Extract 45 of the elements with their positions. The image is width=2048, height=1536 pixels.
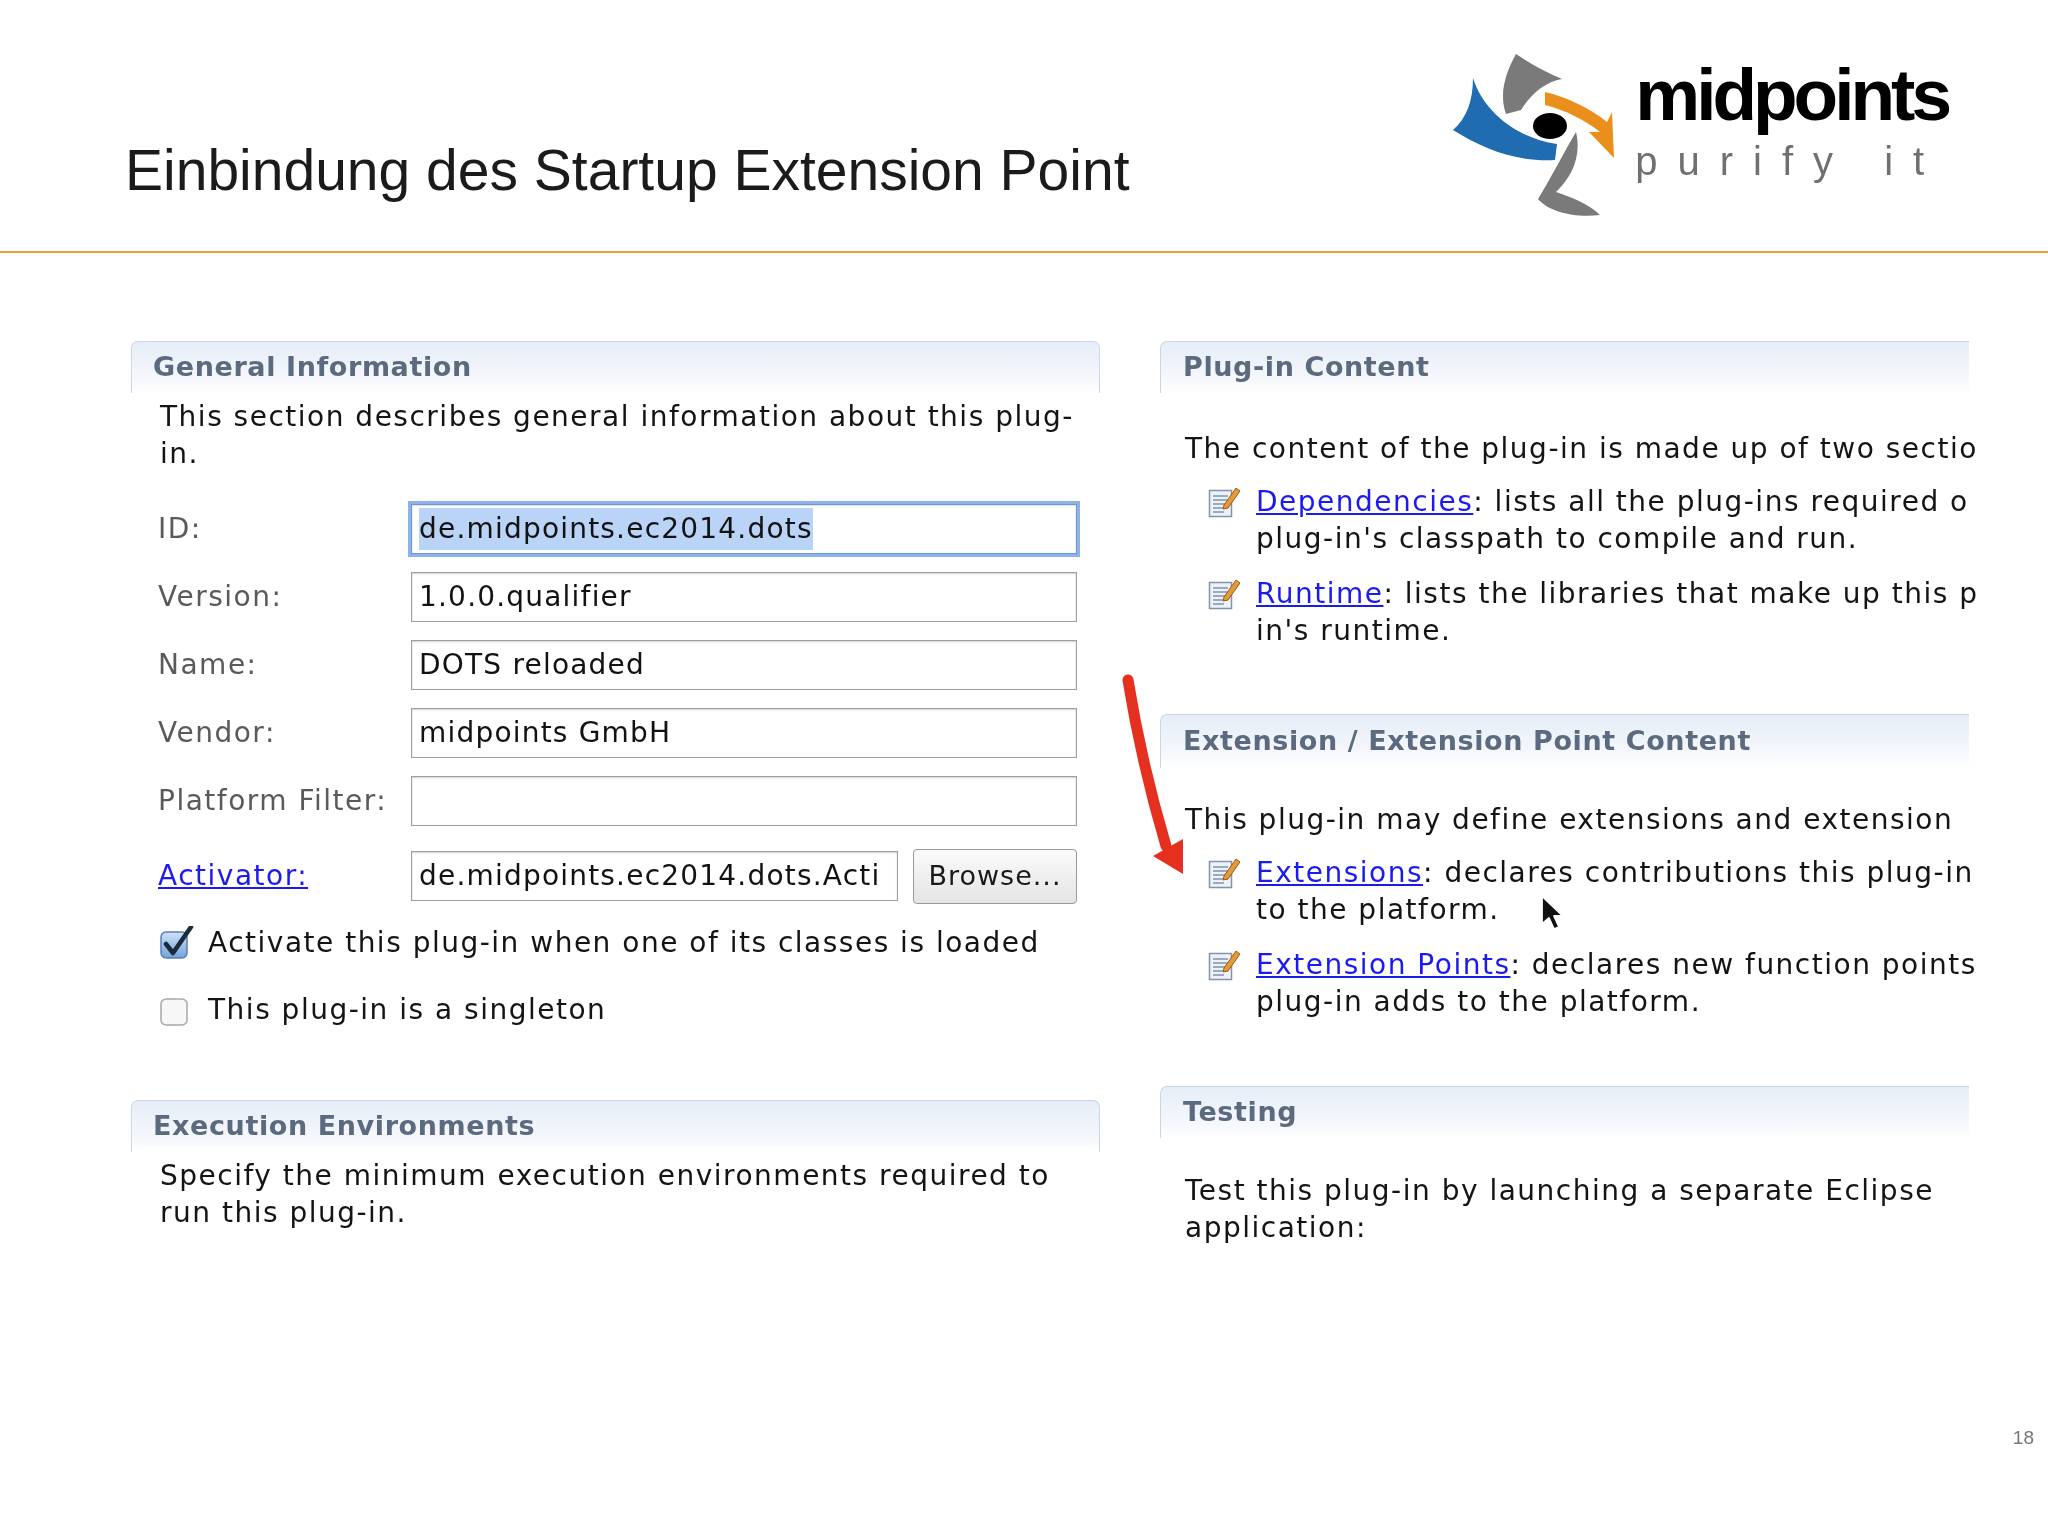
text-field[interactable]: de.midpoints.ec2014.dots.Acti [411,851,898,901]
checkbox-label: This plug-in is a singleton [208,992,607,1028]
section-title: Testing [1183,1095,1298,1130]
item-description: Extension Points: declares new function points [1256,947,1977,983]
text-field[interactable]: de.midpoints.ec2014.dots [411,504,1077,554]
document-pencil-icon [1208,948,1241,981]
section-description: This section describes general information about this plug-in. [160,399,1075,472]
section-intro: This plug-in may define extensions and extension [1185,802,1954,838]
item-description-continued: plug-in's classpath to compile and run. [1256,521,1859,557]
field-label: Version: [158,579,284,615]
slide-title: Einbindung des Startup Extension Point [125,137,1130,204]
item-description-continued: plug-in adds to the platform. [1256,984,1702,1020]
checkbox-label: Activate this plug-in when one of its classes is loaded [208,925,1040,961]
section-link[interactable]: Extension Points [1256,948,1511,981]
document-pencil-icon [1208,577,1241,610]
document-pencil-icon [1208,485,1241,518]
text-field[interactable]: 1.0.0.qualifier [411,572,1077,622]
item-description-continued: in's runtime. [1256,613,1452,649]
field-label: Vendor: [158,715,277,751]
section-link[interactable]: Dependencies [1256,485,1474,518]
browse-button[interactable]: Browse... [913,848,1077,904]
checkbox[interactable] [160,926,194,960]
field-label: Platform Filter: [158,783,389,819]
logo-tagline: purify it [1635,141,1946,181]
field-label: Name: [158,647,259,683]
item-description: Runtime: lists the libraries that make up this p [1256,576,1979,612]
field-label: ID: [158,511,203,547]
section-intro: The content of the plug-in is made up of two sectio [1185,431,1978,467]
section-title: Extension / Extension Point Content [1183,724,1751,759]
section-link[interactable]: Runtime [1256,577,1384,610]
text-field[interactable]: DOTS reloaded [411,640,1077,690]
section-intro: Test this plug-in by launching a separate Eclipse application: [1185,1173,1935,1246]
text-field[interactable]: midpoints GmbH [411,708,1077,758]
section-title: Execution Environments [153,1109,536,1144]
activator-link[interactable]: Activator: [158,859,309,892]
item-description-continued: to the platform. [1256,892,1500,928]
section-link[interactable]: Extensions [1256,856,1424,889]
text-field[interactable] [411,776,1077,826]
document-pencil-icon [1208,856,1241,889]
section-title: Plug-in Content [1183,350,1430,385]
item-description: Dependencies: lists all the plug-ins required o [1256,484,1969,520]
page-number: 18 [2012,1425,2034,1450]
section-title: General Information [153,350,472,385]
section-description: Specify the minimum execution environments required to run this plug-in. [160,1158,1051,1231]
item-description: Extensions: declares contributions this plug-in [1256,855,1974,891]
